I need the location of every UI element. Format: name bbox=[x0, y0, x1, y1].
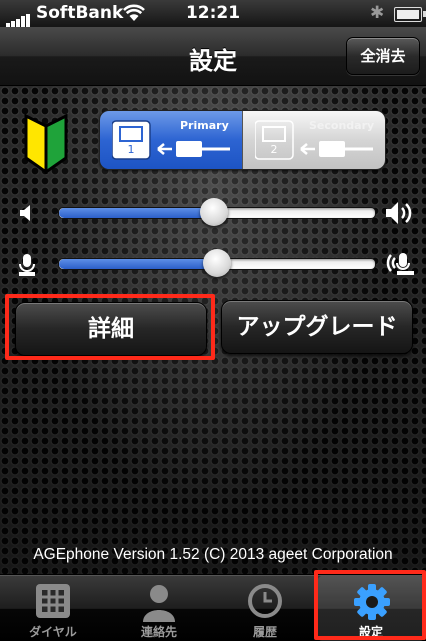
settings-tab-highlight-box bbox=[314, 570, 426, 640]
svg-text:1: 1 bbox=[128, 143, 135, 156]
beginner-mark-icon bbox=[22, 113, 70, 175]
mic-volume-slider[interactable] bbox=[58, 249, 376, 277]
speaker-volume-fill bbox=[59, 208, 214, 218]
primary-label: Primary bbox=[180, 119, 229, 132]
tab-history-label: 履歴 bbox=[252, 625, 277, 639]
speaker-volume-thumb[interactable] bbox=[199, 198, 228, 226]
tab-contacts-label: 連絡先 bbox=[140, 625, 177, 639]
contacts-icon bbox=[143, 585, 175, 622]
mic-volume-thumb[interactable] bbox=[203, 249, 231, 277]
microphone-high-icon bbox=[386, 253, 414, 275]
tab-history[interactable]: 履歴 bbox=[212, 576, 318, 641]
keypad-icon bbox=[36, 584, 70, 618]
svg-text:2: 2 bbox=[271, 143, 278, 156]
line-selector: 1 Primary 2 Secondary bbox=[99, 110, 386, 170]
battery-icon bbox=[394, 7, 426, 22]
status-bar: SoftBank 12:21 ✱ bbox=[0, 0, 426, 27]
primary-line-segment[interactable]: 1 Primary bbox=[100, 111, 242, 169]
secondary-label: Secondary bbox=[309, 119, 375, 132]
microphone-low-icon bbox=[19, 254, 35, 276]
status-time: 12:21 bbox=[185, 3, 241, 23]
secondary-line-segment[interactable]: 2 Secondary bbox=[243, 111, 385, 169]
tab-dial[interactable]: ダイヤル bbox=[0, 576, 106, 641]
clock-icon bbox=[248, 584, 282, 618]
bluetooth-icon: ✱ bbox=[370, 3, 385, 23]
clear-all-button[interactable]: 全消去 bbox=[346, 37, 420, 75]
details-highlight-box bbox=[5, 294, 215, 360]
tab-dial-label: ダイヤル bbox=[29, 625, 77, 639]
speaker-volume-slider[interactable] bbox=[58, 198, 376, 226]
speaker-low-icon bbox=[20, 205, 30, 221]
mic-volume-fill bbox=[59, 259, 217, 269]
speaker-high-icon bbox=[386, 202, 412, 224]
navigation-bar: 設定 全消去 bbox=[0, 27, 426, 86]
version-text: AGEphone Version 1.52 (C) 2013 ageet Cor… bbox=[33, 546, 393, 563]
tab-contacts[interactable]: 連絡先 bbox=[106, 576, 212, 641]
upgrade-button[interactable]: アップグレード bbox=[221, 300, 413, 354]
